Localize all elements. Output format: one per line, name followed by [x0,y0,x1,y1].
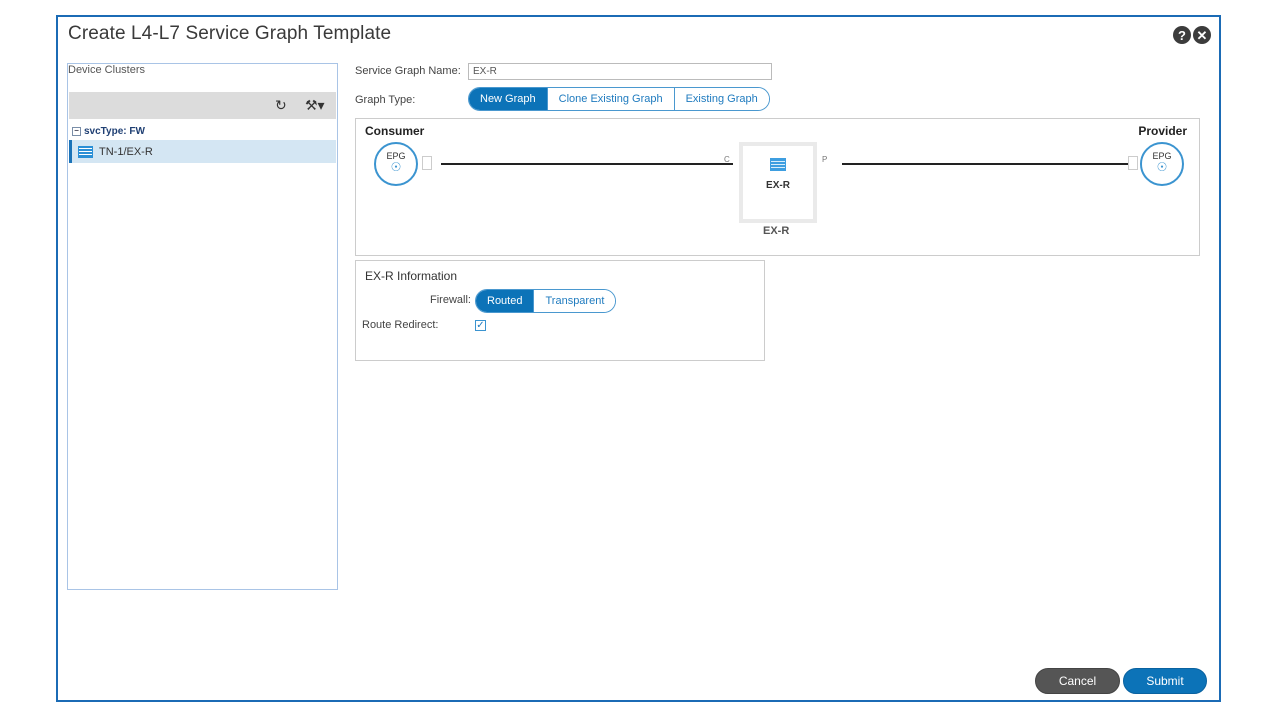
firewall-icon [770,158,786,171]
device-clusters-toolbar: ↻ ⚒▾ [69,92,336,119]
create-service-graph-dialog: Create L4-L7 Service Graph Template ? ✕ … [56,15,1221,702]
provider-connector [1128,156,1138,170]
device-clusters-title: Device Clusters [68,64,146,76]
firewall-icon [78,145,93,158]
provider-port-label: P [822,155,828,164]
provider-link-line [842,163,1134,165]
tree-group-label: svcType: FW [84,126,145,137]
collapse-icon[interactable]: − [72,127,81,136]
graph-type-existing-graph[interactable]: Existing Graph [673,88,769,110]
tree-group-svctype[interactable]: − svcType: FW [72,126,145,137]
cancel-button[interactable]: Cancel [1035,668,1120,694]
consumer-label: Consumer [365,124,425,138]
consumer-connector [422,156,432,170]
service-node-name: EX-R [766,180,790,191]
firewall-label: Firewall: [430,294,471,306]
graph-type-selector: New Graph Clone Existing Graph Existing … [468,87,770,111]
firewall-mode-selector: Routed Transparent [475,289,617,313]
header-icons: ? ✕ [1173,26,1211,44]
submit-button[interactable]: Submit [1123,668,1207,694]
firewall-transparent[interactable]: Transparent [533,290,616,312]
service-node-body: EX-R [743,146,813,219]
service-graph-canvas: Consumer Provider EPG ☉ C EX-R P EX-R EP… [355,118,1200,256]
graph-type-clone-existing[interactable]: Clone Existing Graph [546,88,674,110]
tree-item-tn1-exr[interactable]: TN-1/EX-R [69,140,336,163]
consumer-epg[interactable]: EPG ☉ [374,142,418,186]
consumer-link-line [441,163,733,165]
service-graph-name-input[interactable]: EX-R [468,63,772,80]
route-redirect-label: Route Redirect: [362,319,439,331]
service-node-exr[interactable]: EX-R [739,142,817,223]
route-redirect-checkbox[interactable]: ✓ [475,320,486,331]
tree-item-label: TN-1/EX-R [99,145,153,158]
consumer-port-label: C [724,155,730,164]
epg-icon: ☉ [390,160,402,174]
tools-icon[interactable]: ⚒▾ [305,97,325,114]
provider-epg[interactable]: EPG ☉ [1140,142,1184,186]
exr-information-panel: EX-R Information Firewall: Routed Transp… [355,260,765,361]
help-icon[interactable]: ? [1173,26,1191,44]
graph-type-label: Graph Type: [355,94,416,106]
graph-type-new-graph[interactable]: New Graph [469,88,547,110]
firewall-routed[interactable]: Routed [476,290,534,312]
service-node-caption: EX-R [763,225,790,237]
device-clusters-panel: Device Clusters ↻ ⚒▾ − svcType: FW TN-1/… [67,63,338,590]
epg-icon: ☉ [1156,160,1168,174]
service-graph-name-label: Service Graph Name: [355,65,461,77]
close-icon[interactable]: ✕ [1193,26,1211,44]
refresh-icon[interactable]: ↻ [275,97,287,114]
dialog-title: Create L4-L7 Service Graph Template [68,23,392,44]
info-title: EX-R Information [365,269,458,283]
provider-label: Provider [1138,124,1187,138]
